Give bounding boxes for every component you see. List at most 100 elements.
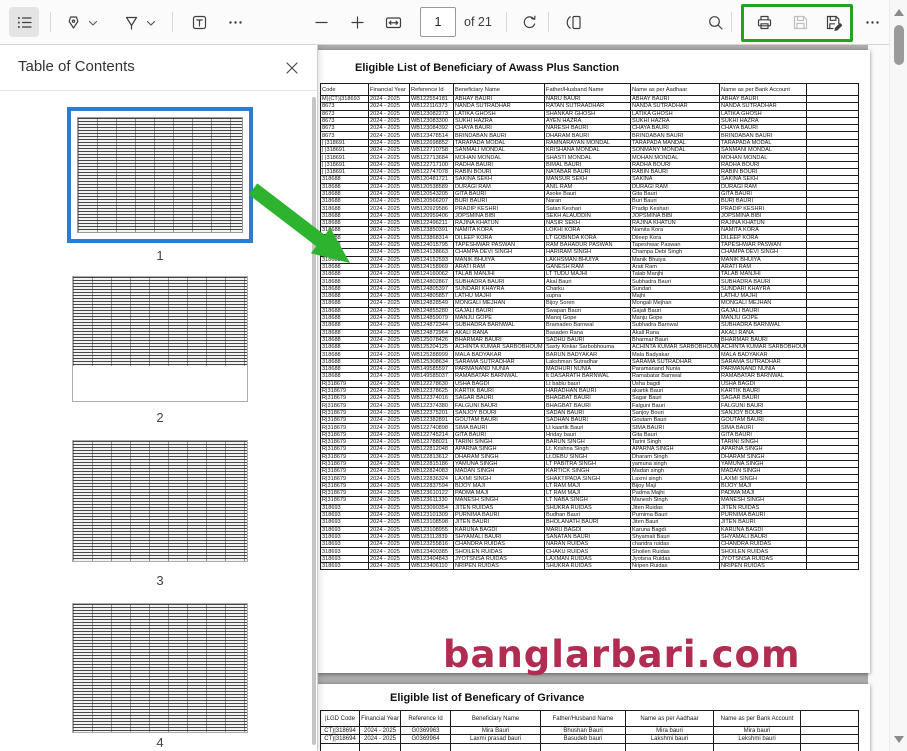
cell: G0369963 bbox=[401, 727, 451, 735]
draw-icon[interactable] bbox=[58, 7, 88, 37]
table-header-row: |LGD CodeFinancial YearReference IdBenef… bbox=[321, 711, 859, 727]
cell: 2024 - 2025 bbox=[369, 453, 410, 460]
cell: AKALI RANA bbox=[720, 329, 807, 336]
cell: SARAMA SUTRADHAR bbox=[631, 358, 720, 365]
search-icon[interactable] bbox=[700, 7, 730, 37]
rotate-icon[interactable] bbox=[514, 7, 544, 37]
cell: 318688 bbox=[321, 365, 369, 372]
table-row: 3186882024 - 2025WB124872964AKALI RANABa… bbox=[321, 329, 859, 336]
more-tools-icon[interactable] bbox=[220, 7, 250, 37]
cell: Subhadra Barnwal bbox=[631, 322, 720, 329]
table-row: R|3186792024 - 2025WB122813612DHARAM SIN… bbox=[321, 453, 859, 460]
cell: WB123255816 bbox=[410, 541, 454, 548]
cell: R|318679 bbox=[321, 460, 369, 467]
close-icon[interactable] bbox=[282, 58, 302, 78]
cell: TARINI SINGH bbox=[720, 438, 807, 445]
cell: R|318679 bbox=[321, 438, 369, 445]
cell: Dileep Kora bbox=[631, 234, 720, 241]
cell: SONMANY MONDAL bbox=[631, 147, 720, 154]
cell: Laxmi prasad bauri bbox=[451, 735, 541, 743]
cell: Mira bauri bbox=[714, 727, 801, 735]
cell bbox=[807, 351, 859, 358]
cell: | |318691 bbox=[321, 168, 369, 175]
thumbnail-label: 3 bbox=[67, 573, 253, 588]
sidebar-title: Table of Contents bbox=[18, 58, 135, 75]
add-text-icon[interactable] bbox=[184, 7, 214, 37]
cell: LATIKA GHOSH bbox=[720, 110, 807, 117]
table-of-contents-icon[interactable] bbox=[9, 7, 39, 37]
cell: 318688 bbox=[321, 183, 369, 190]
table-row: 3186882024 - 2025WB124805857LATHU MAJHIs… bbox=[321, 293, 859, 300]
cell: MANSUR SEKH bbox=[545, 176, 631, 183]
cell bbox=[807, 147, 859, 154]
cell: WB125288999 bbox=[410, 351, 454, 358]
cell: Dharam Singh bbox=[631, 453, 720, 460]
cell bbox=[807, 110, 859, 117]
cell: 318693 bbox=[321, 519, 369, 526]
cell: LT TUDU MAJHI bbox=[545, 271, 631, 278]
table-row: 3186932024 - 2025WB123108598JITEN BAURIB… bbox=[321, 519, 859, 526]
vertical-scrollbar[interactable] bbox=[889, 0, 907, 751]
cell bbox=[807, 504, 859, 511]
chevron-down-icon[interactable] bbox=[87, 16, 99, 28]
page-thumbnail-3[interactable] bbox=[72, 440, 248, 562]
zoom-in-icon[interactable] bbox=[342, 7, 372, 37]
cell bbox=[807, 176, 859, 183]
scroll-up-icon[interactable] bbox=[894, 9, 904, 16]
cell: NRIPEN RUIDAS bbox=[454, 563, 545, 570]
cell: DILEEP KORA bbox=[720, 234, 807, 241]
zoom-out-icon[interactable] bbox=[306, 7, 336, 37]
cell: R|318679 bbox=[321, 497, 369, 504]
cell: WB123611330 bbox=[410, 497, 454, 504]
page-thumbnail-1[interactable] bbox=[67, 107, 253, 243]
table-of-contents-panel: Table of Contents 1 2 3 4 bbox=[0, 45, 318, 751]
cell: 2024 - 2025 bbox=[369, 220, 410, 227]
fit-to-width-icon[interactable] bbox=[378, 7, 408, 37]
more-options-icon[interactable] bbox=[857, 7, 887, 37]
save-as-icon[interactable] bbox=[818, 7, 848, 37]
table-row: R|3186792024 - 2025WB122740898SIMA BAURI… bbox=[321, 424, 859, 431]
cell: SAKINA SEKH bbox=[720, 176, 807, 183]
scrollbar-thumb[interactable] bbox=[894, 25, 904, 65]
cell: RAJINA KHATUN bbox=[454, 220, 545, 227]
cell: LT RAM MAJI bbox=[545, 482, 631, 489]
cell: BIJOY MAJI bbox=[720, 482, 807, 489]
cell: Manoj Gope bbox=[545, 314, 631, 321]
print-icon[interactable] bbox=[749, 7, 779, 37]
chevron-down-icon[interactable] bbox=[145, 16, 157, 28]
cell: SHAKTIPADA SINGH bbox=[545, 475, 631, 482]
page-view-icon[interactable] bbox=[558, 7, 588, 37]
watermark: banglarbari.com bbox=[443, 633, 801, 676]
page-thumbnail-2[interactable] bbox=[72, 276, 248, 402]
sidebar-header: Table of Contents bbox=[0, 45, 317, 91]
cell: Saxty Kinkar Sarbobhouma bbox=[545, 344, 631, 351]
cell: WB122496211 bbox=[410, 220, 454, 227]
cell: PRADIP KESHRI bbox=[454, 205, 545, 212]
cell: Karuna Bagdi bbox=[631, 526, 720, 533]
cell: 318688 bbox=[321, 293, 369, 300]
thumbnail-label: 2 bbox=[67, 410, 253, 425]
cell: PURNIMA BAURI bbox=[454, 511, 545, 518]
highlight-icon[interactable] bbox=[116, 7, 146, 37]
page-thumbnail-4[interactable] bbox=[72, 603, 248, 733]
cell: MANIK BHUIYA bbox=[454, 256, 545, 263]
column-header: Name as per Aadhaar bbox=[626, 711, 714, 727]
page-number-input[interactable] bbox=[420, 7, 456, 37]
cell: WB123406110 bbox=[410, 563, 454, 570]
table-row: 3186882024 - 2025WB124802867SUBHADRA BAU… bbox=[321, 278, 859, 285]
cell: 2024 - 2025 bbox=[369, 227, 410, 234]
cell: Namita Kora bbox=[631, 227, 720, 234]
cell bbox=[626, 743, 714, 751]
cell: Lekshmi bauri bbox=[714, 735, 801, 743]
cell: WB122698852 bbox=[410, 139, 454, 146]
cell: WB149585597 bbox=[410, 365, 454, 372]
cell: MARU BAGDI bbox=[545, 526, 631, 533]
sidebar-scrollbar-thumb[interactable] bbox=[312, 97, 316, 745]
cell: 318693 bbox=[321, 533, 369, 540]
column-header: Name as per Bank Account bbox=[714, 711, 801, 727]
scroll-down-icon[interactable] bbox=[894, 736, 904, 743]
cell: WB122378625 bbox=[410, 387, 454, 394]
cell: APARNA SINGH bbox=[454, 446, 545, 453]
cell: HARADHAN BAURI bbox=[545, 387, 631, 394]
cell: Pradip Keshari bbox=[631, 205, 720, 212]
